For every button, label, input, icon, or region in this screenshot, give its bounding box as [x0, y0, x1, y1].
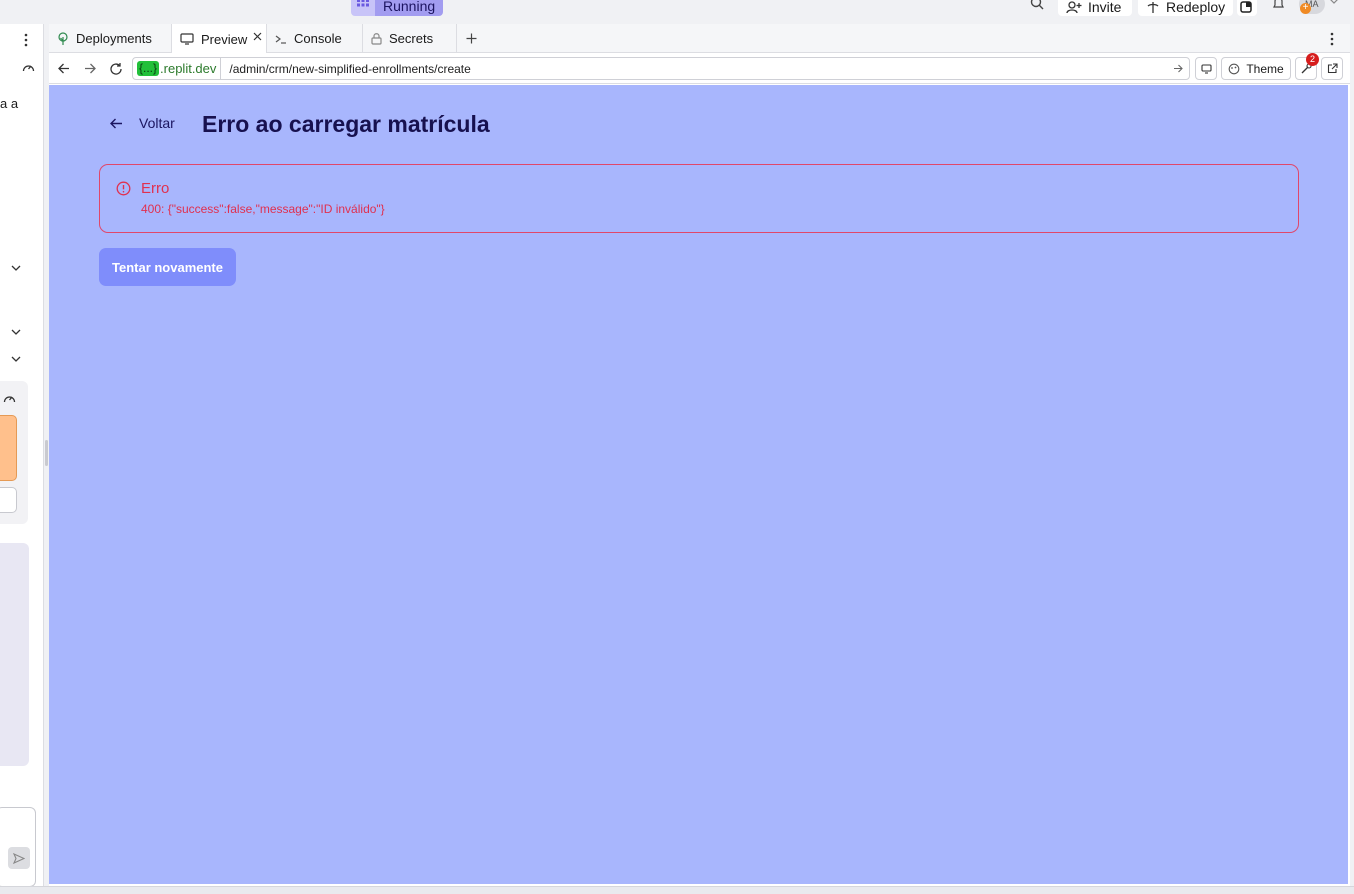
arrow-right-icon[interactable]: [84, 63, 96, 74]
tab-deployments[interactable]: Deployments: [49, 24, 172, 53]
more-vertical-icon[interactable]: [24, 33, 28, 47]
warning-block: [0, 415, 17, 481]
url-bar: {...} .replit.dev /admin/crm/new-simplif…: [49, 53, 1350, 84]
tab-label: Deployments: [76, 31, 152, 46]
status-bar: [0, 886, 1354, 894]
tab-preview[interactable]: Preview: [172, 24, 267, 54]
redeploy-label: Redeploy: [1166, 0, 1226, 15]
external-link-icon: [1327, 63, 1338, 74]
domain-prefix: {...}: [137, 61, 160, 76]
domain-label: .replit.dev: [160, 61, 217, 76]
domain-badge: {...} .replit.dev: [133, 58, 222, 79]
notification-badge: 2: [1306, 53, 1319, 66]
back-label: Voltar: [139, 115, 175, 131]
tab-bar: Deployments Preview Console Secrets: [49, 24, 1350, 54]
palette-icon: [1228, 63, 1240, 75]
arrow-left-icon: [110, 118, 123, 129]
window-button[interactable]: [1237, 0, 1257, 16]
wrench-button[interactable]: 2: [1295, 53, 1319, 80]
left-panel: a a: [0, 24, 44, 886]
checkpoint-card: [0, 381, 28, 524]
monitor-icon: [180, 33, 194, 45]
chevron-down-icon[interactable]: [1329, 0, 1339, 5]
bell-icon[interactable]: [1272, 0, 1285, 9]
open-new-tab-button[interactable]: [1321, 57, 1343, 80]
add-tab-icon[interactable]: [466, 33, 477, 44]
add-badge-icon: +: [1300, 3, 1311, 14]
workspace: Deployments Preview Console Secrets {...…: [49, 24, 1350, 886]
arrow-left-icon[interactable]: [58, 63, 70, 74]
top-bar: Running Invite Redeploy MA +: [0, 0, 1354, 24]
devtools-button[interactable]: [1195, 57, 1217, 80]
arrow-right-icon[interactable]: [1173, 64, 1183, 73]
url-path: /admin/crm/new-simplified-enrollments/cr…: [229, 61, 471, 76]
deployments-icon: [57, 31, 69, 46]
theme-label: Theme: [1246, 61, 1284, 76]
gauge-icon[interactable]: [22, 62, 35, 73]
more-vertical-icon[interactable]: [1330, 32, 1334, 46]
resize-handle[interactable]: [45, 440, 48, 466]
add-user-icon: [1066, 0, 1082, 14]
page-title: Erro ao carregar matrícula: [202, 111, 490, 137]
run-status[interactable]: Running: [351, 0, 444, 16]
chevron-down-icon[interactable]: [11, 356, 21, 363]
grid-icon: [351, 0, 375, 16]
send-icon[interactable]: [8, 847, 30, 869]
tab-label: Console: [294, 31, 342, 46]
alert-title: Erro: [141, 180, 170, 197]
preview-pane: Voltar Erro ao carregar matrícula Erro 4…: [49, 85, 1348, 884]
tab-label: Secrets: [389, 31, 434, 46]
retry-button[interactable]: Tentar novamente: [99, 248, 236, 286]
truncated-text: a a: [0, 96, 19, 111]
url-input[interactable]: {...} .replit.dev /admin/crm/new-simplif…: [132, 57, 1190, 80]
redeploy-button[interactable]: Redeploy: [1138, 0, 1233, 16]
alert-circle-icon: [116, 181, 131, 196]
chat-area: [0, 543, 29, 766]
tab-console[interactable]: Console: [267, 24, 363, 53]
run-status-label: Running: [375, 0, 444, 16]
tab-secrets[interactable]: Secrets: [363, 24, 457, 53]
invite-button[interactable]: Invite: [1058, 0, 1132, 16]
alert-message: 400: {"success":false,"message":"ID invá…: [141, 202, 385, 216]
theme-button[interactable]: Theme: [1221, 57, 1291, 80]
redeploy-icon: [1146, 0, 1160, 14]
chevron-down-icon[interactable]: [11, 265, 21, 272]
error-alert: Erro 400: {"success":false,"message":"ID…: [99, 164, 1299, 233]
action-button[interactable]: [0, 487, 17, 513]
chat-input[interactable]: [0, 807, 36, 886]
gauge-icon[interactable]: [3, 393, 16, 404]
search-icon[interactable]: [1030, 0, 1044, 10]
chevron-down-icon[interactable]: [11, 329, 21, 336]
monitor-icon: [1200, 63, 1212, 74]
invite-label: Invite: [1088, 0, 1122, 15]
lock-icon: [371, 32, 382, 45]
terminal-icon: [275, 33, 287, 45]
back-link[interactable]: Voltar: [110, 115, 175, 131]
tab-label: Preview: [201, 31, 248, 47]
window-icon: [1240, 0, 1252, 13]
refresh-icon[interactable]: [109, 62, 123, 76]
close-icon[interactable]: [253, 32, 262, 41]
